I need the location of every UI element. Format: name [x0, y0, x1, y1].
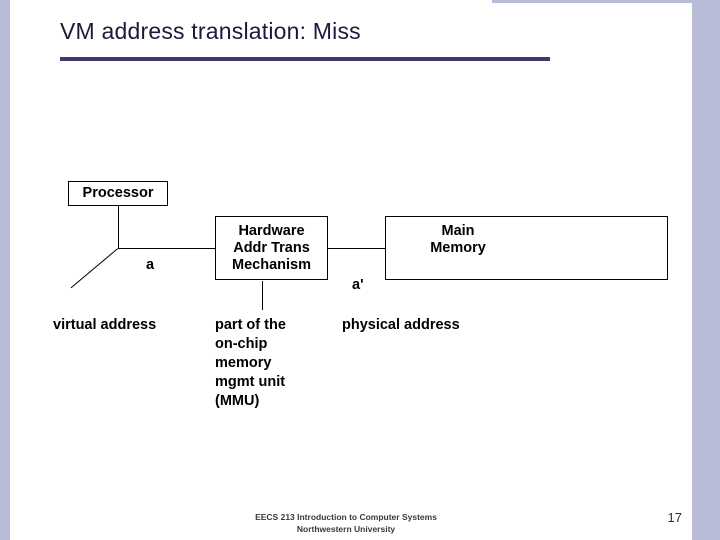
label-a-prime: a': [352, 277, 364, 293]
processor-box: Processor: [68, 181, 168, 206]
slide-footer: EECS 213 Introduction to Computer System…: [0, 511, 692, 535]
label-part-of-mmu: part of the on-chip memory mgmt unit (MM…: [215, 317, 286, 409]
processor-box-label: Processor: [82, 185, 154, 201]
label-physical-address: physical address: [342, 317, 460, 333]
hardware-addr-trans-box: Hardware Addr Trans Mechanism: [215, 216, 328, 280]
connector-processor-down: [118, 206, 119, 248]
hardware-addr-trans-line-3: Mechanism: [232, 256, 311, 273]
main-memory-box: Main Memory: [385, 216, 668, 280]
main-memory-line-2: Memory: [430, 240, 486, 256]
page-number: 17: [667, 510, 682, 525]
footer-university-line: Northwestern University: [296, 524, 396, 534]
label-a: a: [146, 257, 155, 273]
leader-line-part-of-mmu: [262, 281, 263, 310]
leader-line-virtual-address: [70, 248, 118, 289]
footer-course-line: EECS 213 Introduction to Computer System…: [255, 512, 437, 522]
connector-a-to-hardware: [118, 248, 215, 249]
main-memory-line-1: Main: [441, 223, 475, 239]
label-virtual-address: virtual address: [53, 317, 157, 333]
hardware-addr-trans-line-2: Addr Trans: [233, 239, 310, 256]
vm-address-translation-diagram: Processor Hardware Addr Trans Mechanism …: [0, 0, 720, 540]
hardware-addr-trans-line-1: Hardware: [238, 222, 305, 239]
main-memory-label-group: Main Memory: [413, 223, 503, 257]
connector-hardware-to-memory: [328, 248, 385, 249]
